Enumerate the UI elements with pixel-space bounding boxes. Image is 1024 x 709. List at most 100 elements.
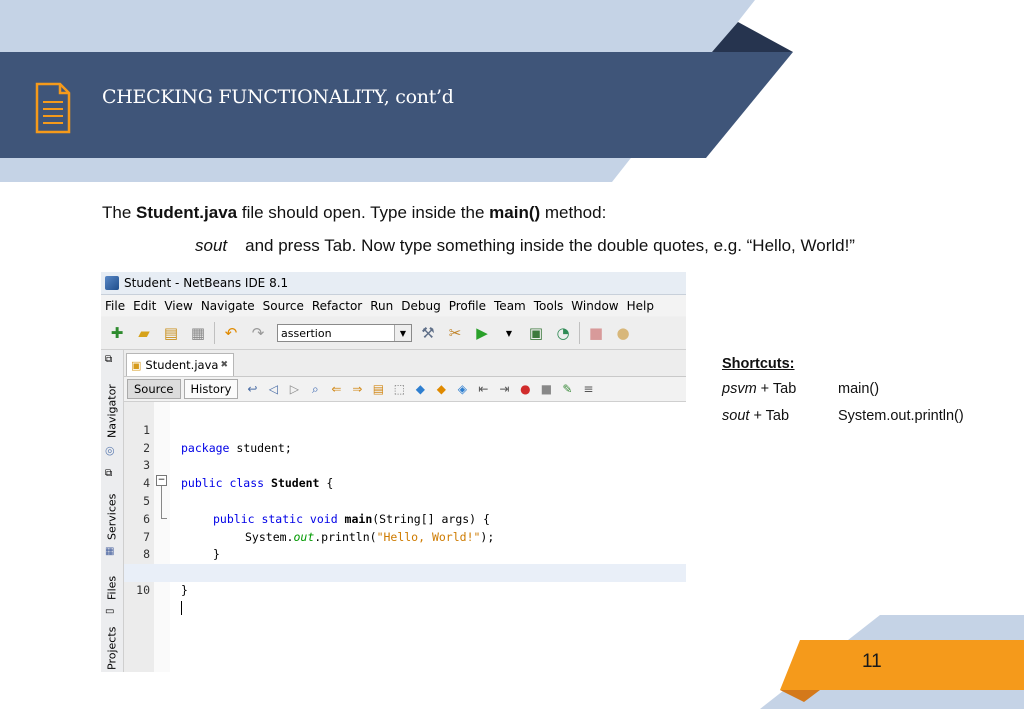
code-line: 6 System.out.println("Hello, World!");: [124, 493, 686, 544]
next-bookmark-icon[interactable]: ◆: [434, 382, 448, 396]
profile-icon[interactable]: ◔: [552, 322, 574, 344]
back-icon[interactable]: ◁: [266, 382, 280, 396]
toolbar-separator: [579, 322, 580, 344]
shortcut-row: sout + Tab System.out.println(): [722, 408, 964, 424]
open-project-icon[interactable]: ▤: [160, 322, 182, 344]
intro-suffix: method:: [540, 203, 607, 222]
find-next-icon[interactable]: ⇒: [350, 382, 364, 396]
uncomment-icon[interactable]: ≡: [581, 382, 595, 396]
line-number: 10: [136, 582, 150, 597]
menu-view[interactable]: View: [160, 299, 196, 313]
menu-team[interactable]: Team: [490, 299, 530, 313]
code-line: 8: [124, 529, 686, 561]
menu-file[interactable]: File: [101, 299, 129, 313]
config-combo-value: assertion: [281, 326, 332, 340]
menu-help[interactable]: Help: [623, 299, 658, 313]
code-line: 5 public static void main(String[] args)…: [124, 475, 686, 526]
code-line: 7 }: [124, 511, 686, 562]
shortcut-suffix: + Tab: [749, 408, 790, 424]
sub-instruction: sout and press Tab. Now type something in…: [195, 236, 855, 256]
source-button[interactable]: Source: [127, 379, 181, 399]
editor-toolbar: Source History ↩ ◁ ▷ ⌕ ⇐ ⇒ ▤ ⬚ ◆ ◆ ◈ ⇤ ⇥…: [124, 377, 686, 402]
file-tab-label: Student.java: [145, 358, 219, 372]
stop-macro-icon[interactable]: ■: [539, 382, 553, 396]
side-tab-projects[interactable]: Projects: [103, 622, 121, 670]
files-icon: ▭: [105, 606, 115, 617]
find-previous-icon[interactable]: ⇐: [329, 382, 343, 396]
side-tab-files[interactable]: Files: [103, 564, 121, 600]
ide-window-title: Student - NetBeans IDE 8.1: [124, 276, 289, 290]
shift-right-icon[interactable]: ⇥: [497, 382, 511, 396]
side-tab-navigator[interactable]: Navigator: [103, 376, 121, 438]
menu-window[interactable]: Window: [567, 299, 622, 313]
shortcut-abbrev: sout: [722, 408, 750, 424]
run-dropdown-icon[interactable]: ▼: [498, 322, 520, 344]
menu-debug[interactable]: Debug: [397, 299, 444, 313]
stop-icon[interactable]: ■: [585, 322, 607, 344]
intro-file: Student.java: [136, 203, 238, 222]
new-project-icon[interactable]: ▰: [133, 322, 155, 344]
toggle-bookmark-icon[interactable]: ◈: [455, 382, 469, 396]
editor-tab-bar: ▣ Student.java ✖: [124, 350, 686, 377]
undo-icon[interactable]: ↶: [220, 322, 242, 344]
selection-icon[interactable]: ⬚: [392, 382, 406, 396]
code-line: 1 package student;: [124, 404, 686, 455]
intro-text: The Student.java file should open. Type …: [102, 203, 606, 223]
prev-bookmark-icon[interactable]: ◆: [413, 382, 427, 396]
page-number: 11: [862, 651, 882, 672]
record-macro-icon[interactable]: ●: [518, 382, 532, 396]
shortcut-result: main(): [838, 381, 880, 397]
ide-main-toolbar: ✚ ▰ ▤ ▦ ↶ ↷ assertion ▼ ⚒ ✂ ▶ ▼ ▣ ◔ ■ ●: [101, 317, 686, 350]
sub-keyword: sout: [195, 236, 228, 255]
shift-left-icon[interactable]: ⇤: [476, 382, 490, 396]
document-icon: [35, 82, 71, 134]
comment-icon[interactable]: ✎: [560, 382, 574, 396]
netbeans-logo-icon: [105, 276, 119, 290]
text-caret: [181, 600, 182, 618]
shortcut-suffix: + Tab: [756, 381, 797, 397]
intro-prefix: The: [102, 203, 137, 222]
code-line: 2: [124, 422, 686, 455]
save-all-icon[interactable]: ▦: [187, 322, 209, 344]
shortcuts-panel: Shortcuts: psvm + Tab main() sout + Tab …: [722, 356, 964, 435]
build-hammer-icon[interactable]: ⚒: [417, 322, 439, 344]
menu-source[interactable]: Source: [259, 299, 308, 313]
debug-icon[interactable]: ▣: [525, 322, 547, 344]
code-editor: ▣ Student.java ✖ Source History ↩ ◁ ▷ ⌕ …: [124, 350, 686, 672]
shortcut-result: System.out.println(): [838, 408, 964, 424]
code-area[interactable]: − 1 package student; 2 3 public class St…: [124, 402, 686, 672]
close-icon[interactable]: ✖: [220, 360, 228, 370]
restore-window-icon[interactable]: ⧉: [105, 468, 118, 480]
netbeans-ide-screenshot: Student - NetBeans IDE 8.1 File Edit Vie…: [101, 272, 686, 672]
intro-middle: file should open. Type inside the: [237, 203, 490, 222]
file-tab-student[interactable]: ▣ Student.java ✖: [126, 353, 234, 376]
history-button[interactable]: History: [183, 379, 239, 399]
redo-icon[interactable]: ↷: [247, 322, 269, 344]
last-edit-icon[interactable]: ↩: [245, 382, 259, 396]
menu-refactor[interactable]: Refactor: [308, 299, 366, 313]
new-file-icon[interactable]: ✚: [106, 322, 128, 344]
config-combo[interactable]: assertion ▼: [277, 324, 412, 342]
restore-window-icon[interactable]: ⧉: [105, 354, 118, 366]
menu-profile[interactable]: Profile: [445, 299, 490, 313]
find-icon[interactable]: ⌕: [308, 382, 322, 396]
java-file-icon: ▣: [131, 358, 142, 372]
services-icon: ▦: [105, 546, 115, 557]
menu-run[interactable]: Run: [366, 299, 397, 313]
run-icon[interactable]: ▶: [471, 322, 493, 344]
menu-tools[interactable]: Tools: [530, 299, 568, 313]
menu-navigate[interactable]: Navigate: [197, 299, 259, 313]
shortcut-key: sout + Tab: [722, 408, 838, 424]
clean-build-icon[interactable]: ✂: [444, 322, 466, 344]
side-tab-services[interactable]: Services: [103, 484, 121, 540]
compass-icon: ◎: [105, 444, 115, 457]
memory-icon[interactable]: ●: [612, 322, 634, 344]
toggle-highlight-icon[interactable]: ▤: [371, 382, 385, 396]
menu-edit[interactable]: Edit: [129, 299, 160, 313]
ide-title-bar: Student - NetBeans IDE 8.1: [101, 272, 686, 295]
code-line: 3 public class Student {: [124, 440, 686, 490]
shortcut-key: psvm + Tab: [722, 381, 838, 397]
side-panel-tabs: ⧉ Navigator ◎ ⧉ Services ▦ Files ▭ Proje…: [101, 350, 124, 672]
shortcut-row: psvm + Tab main(): [722, 381, 964, 397]
forward-icon[interactable]: ▷: [287, 382, 301, 396]
